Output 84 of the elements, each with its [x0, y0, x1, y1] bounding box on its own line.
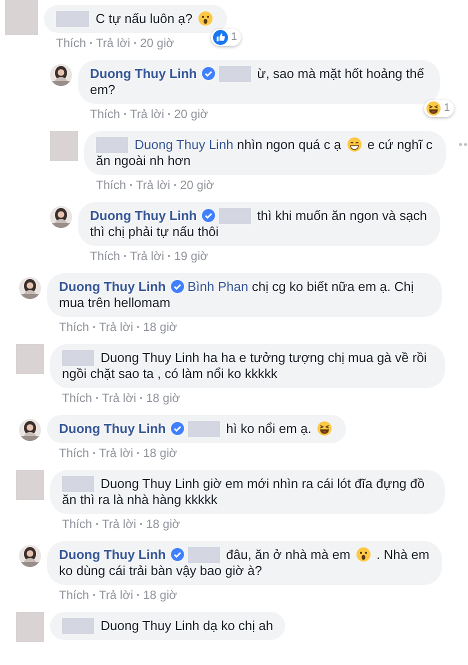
separator-dot — [168, 112, 170, 114]
avatar — [16, 344, 44, 374]
action-link[interactable]: Trả lời — [136, 178, 170, 192]
comment-text: C tự nấu luôn ạ? — [56, 10, 216, 26]
action-link[interactable]: Trả lời — [99, 446, 134, 460]
separator-dot — [124, 254, 126, 256]
author-name[interactable]: Duong Thuy Linh — [59, 420, 166, 436]
redacted-name — [188, 546, 220, 562]
action-link[interactable]: Thích — [59, 446, 90, 460]
timestamp[interactable]: 19 giờ — [174, 248, 208, 262]
reaction-count: 1 — [424, 100, 454, 116]
action-link[interactable]: Trả lời — [96, 36, 130, 50]
comment-text: Duong Thuy Linh nhìn ngon quá c ạ e cứ nghĩ c ăn ngoài nh hơn — [96, 136, 432, 168]
separator-dot — [168, 254, 170, 256]
separator-dot — [137, 594, 140, 596]
mention-link[interactable]: Bình Phan — [188, 278, 248, 294]
timestamp[interactable]: 18 giờ — [143, 446, 177, 460]
separator-dot — [90, 42, 92, 44]
comment-text: Duong Thuy Linh Bình Phan chị cg ko biết nữa em ạ. Chị mua trên hellomam — [59, 278, 414, 310]
separator-dot — [96, 396, 98, 398]
separator-dot — [130, 184, 132, 186]
separator-dot — [96, 522, 98, 524]
avatar — [5, 0, 38, 34]
action-link[interactable]: Thích — [62, 390, 92, 404]
action-link[interactable]: Trả lời — [99, 588, 134, 602]
redacted-name — [62, 618, 94, 634]
comment-text: Duong Thuy Linh hì ko nổi em ạ. — [59, 420, 334, 436]
separator-dot — [137, 326, 140, 328]
emoji-icon — [346, 136, 362, 152]
separator-dot — [137, 452, 140, 454]
timestamp[interactable]: 18 giờ — [146, 516, 180, 530]
action-link[interactable]: Trả lời — [130, 106, 164, 120]
redacted-name — [62, 350, 94, 366]
comment-text: Duong Thuy Linh dạ ko chị ah — [62, 618, 274, 632]
author-name[interactable]: Duong Thuy Linh — [90, 208, 197, 222]
comment-text: Duong Thuy Linh thì khi muốn ăn ngon và sạch thì chị phải tự nấu thôi — [90, 208, 427, 238]
emoji-icon — [198, 10, 214, 26]
avatar — [16, 470, 44, 500]
haha-reaction-icon — [426, 100, 441, 116]
timestamp[interactable]: 20 giờ — [180, 178, 214, 192]
author-name[interactable]: Duong Thuy Linh — [90, 66, 197, 80]
timestamp[interactable]: 18 giờ — [143, 588, 177, 602]
comment-text: Duong Thuy Linh giờ em mới nhìn ra cái lót đĩa đựng đồ ăn thì ra là nhà hàng kkkkk — [62, 476, 425, 506]
mention-link[interactable]: Duong Thuy Linh — [134, 136, 234, 152]
avatar — [50, 130, 78, 160]
separator-dot — [140, 522, 142, 524]
comment-text: Duong Thuy Linh ừ, sao mà mặt hốt hoảng thế em? — [90, 66, 424, 96]
action-link[interactable]: Thích — [56, 36, 86, 50]
timestamp[interactable]: 18 giờ — [143, 320, 177, 334]
redacted-name — [218, 208, 250, 224]
timestamp[interactable]: 20 giờ — [174, 106, 208, 120]
action-link[interactable]: Trả lời — [102, 516, 136, 530]
separator-dot — [93, 326, 96, 328]
action-link[interactable]: Thích — [62, 516, 92, 530]
emoji-icon — [317, 420, 332, 436]
action-link[interactable]: Trả lời — [99, 320, 134, 334]
redacted-name — [218, 66, 250, 82]
timestamp[interactable]: 20 giờ — [140, 36, 174, 50]
action-link[interactable]: Thích — [90, 248, 120, 262]
comment-text: Duong Thuy Linh đâu, ăn ở nhà mà em . Nhà em ko dùng cái trải bàn vậy bao giờ à? — [59, 546, 430, 578]
redacted-name — [188, 420, 220, 436]
action-link[interactable]: Thích — [90, 106, 120, 120]
separator-dot — [124, 112, 126, 114]
avatar — [16, 612, 44, 642]
action-link[interactable]: Thích — [96, 178, 126, 192]
separator-dot — [174, 184, 176, 186]
separator-dot — [140, 396, 142, 398]
author-name[interactable]: Duong Thuy Linh — [59, 278, 166, 294]
redacted-name — [62, 476, 94, 492]
separator-dot — [93, 594, 96, 596]
reaction-count: 1 — [211, 28, 242, 46]
timestamp[interactable]: 18 giờ — [146, 390, 180, 404]
separator-dot — [93, 452, 96, 454]
emoji-icon — [356, 546, 371, 562]
comment-text: Duong Thuy Linh ha ha e tưởng tượng chị mua gà về rồi ngồi chặt sao ta , có làm nổi ko kkkkk — [62, 350, 427, 380]
author-name[interactable]: Duong Thuy Linh — [59, 546, 166, 562]
action-link[interactable]: Thích — [59, 320, 90, 334]
separator-dot — [134, 42, 136, 44]
redacted-name — [56, 10, 89, 26]
like-reaction-icon — [213, 30, 228, 44]
action-link[interactable]: Trả lời — [130, 248, 164, 262]
action-link[interactable]: Thích — [59, 588, 90, 602]
redacted-name — [96, 136, 128, 152]
action-link[interactable]: Trả lời — [102, 390, 136, 404]
